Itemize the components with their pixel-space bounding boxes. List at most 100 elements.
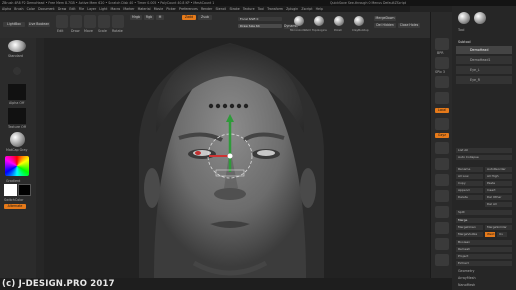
project-header[interactable]: Project (456, 254, 512, 259)
auto-collapse-button[interactable]: Auto Collapse (456, 155, 512, 160)
switch-color-label[interactable]: SwitchColor (4, 198, 24, 202)
viewport-canvas[interactable] (44, 38, 430, 278)
subtool-item[interactable]: Eye_R (456, 76, 512, 84)
nanomesh-header[interactable]: NanoMesh (458, 283, 475, 287)
rotate-button[interactable]: Rotate (112, 15, 124, 33)
merge-visible-button[interactable]: MergeVisible (456, 232, 483, 237)
arraymesh-header[interactable]: ArrayMesh (458, 276, 476, 280)
secondary-color-swatch[interactable] (18, 184, 31, 196)
material-icon[interactable] (10, 132, 25, 147)
scale-icon[interactable] (435, 174, 449, 186)
menu-item[interactable]: Marker (123, 7, 134, 11)
subtool-item[interactable]: DemoHead1 (456, 56, 512, 64)
bpr-icon[interactable] (435, 38, 449, 50)
paste-button[interactable]: Paste (485, 181, 512, 186)
menu-item[interactable]: Zplugin (286, 7, 298, 11)
rgb-button[interactable]: Rgb (144, 15, 154, 20)
menu-item[interactable]: Zscript (301, 7, 312, 11)
polyf-icon[interactable] (435, 206, 449, 218)
menu-item[interactable]: Document (38, 7, 55, 11)
spix-icon[interactable] (435, 57, 449, 69)
claybuildup-icon[interactable] (354, 16, 364, 26)
menu-item[interactable]: Transform (267, 7, 283, 11)
standard-brush-icon[interactable] (8, 40, 26, 52)
menu-item[interactable]: Tool (258, 7, 264, 11)
weld-button[interactable]: Weld (485, 232, 495, 237)
focal-shift-slider[interactable]: Focal Shift 0 (238, 17, 282, 21)
lsym-icon[interactable] (435, 118, 449, 130)
menu-item[interactable]: Brush (14, 7, 23, 11)
menu-item[interactable]: Stroke (230, 7, 240, 11)
rename-button[interactable]: Rename (456, 167, 483, 172)
m-button[interactable]: M (156, 15, 164, 20)
autoreorder-button[interactable]: AutoReorder (485, 167, 512, 172)
subtool-item[interactable]: Eye_L (456, 66, 512, 74)
lightbox-button[interactable]: LightBox (3, 22, 25, 27)
menu-item[interactable]: Render (201, 7, 212, 11)
xpose-icon[interactable] (435, 254, 449, 266)
draw-size-slider[interactable]: Draw Size 64 (238, 24, 282, 28)
move-icon[interactable] (435, 158, 449, 170)
menu-item[interactable]: Draw (58, 7, 66, 11)
menu-item[interactable]: Texture (243, 7, 255, 11)
merge-header[interactable]: Merge (456, 218, 512, 223)
sculpt-head[interactable] (44, 38, 430, 278)
menu-item[interactable]: Picker (166, 7, 176, 11)
del-other-button[interactable]: Del Other (485, 195, 512, 200)
menu-item[interactable]: Layer (87, 7, 96, 11)
menu-item[interactable]: File (79, 7, 84, 11)
zadd-button[interactable]: Zadd (182, 15, 196, 20)
remesh-header[interactable]: Remesh (456, 247, 512, 252)
alpha-icon[interactable] (8, 84, 26, 100)
menu-item[interactable]: Light (99, 7, 107, 11)
frame-icon[interactable] (435, 142, 449, 154)
insert-button[interactable]: Insert (485, 188, 512, 193)
menu-item[interactable]: Edit (69, 7, 75, 11)
menu-item[interactable]: Material (138, 7, 151, 11)
tool-thumb-icon[interactable] (458, 12, 470, 24)
menu-item[interactable]: Preferences (179, 7, 198, 11)
draw-button[interactable]: Draw (70, 15, 82, 33)
merge-similar-button[interactable]: MergeSimilar (485, 225, 512, 230)
menu-item[interactable]: Alpha (2, 7, 11, 11)
main-color-swatch[interactable] (4, 184, 17, 196)
persp-icon[interactable] (435, 76, 449, 88)
subtool-item[interactable]: DemoHead (456, 46, 512, 54)
extract-header[interactable]: Extract (456, 261, 512, 266)
texture-icon[interactable] (8, 108, 26, 124)
move-button[interactable]: Move (84, 15, 96, 33)
stroke-icon[interactable] (8, 62, 26, 80)
gxyz-button[interactable]: Gxyz (435, 133, 449, 138)
color-picker[interactable] (5, 156, 29, 176)
edit-button[interactable]: Edit (56, 15, 68, 33)
geometry-header[interactable]: Geometry (458, 269, 474, 273)
transp-icon[interactable] (435, 222, 449, 234)
tool-thumb-icon[interactable] (474, 12, 486, 24)
polish-icon[interactable] (334, 16, 344, 26)
topologica-icon[interactable] (314, 16, 324, 26)
merge-down-button[interactable]: MergeDown (456, 225, 483, 230)
menu-item[interactable]: Stencil (216, 7, 227, 11)
zsub-button[interactable]: Zsub (198, 15, 212, 20)
menu-item[interactable]: Macro (111, 7, 121, 11)
list-all-button[interactable]: List All (456, 148, 512, 153)
local-button[interactable]: Local (435, 108, 449, 113)
append-button[interactable]: Append (456, 188, 483, 193)
delete-button[interactable]: Delete (456, 195, 483, 200)
all-high-button[interactable]: All High (485, 174, 512, 179)
floor-icon[interactable] (435, 92, 449, 104)
scale-button[interactable]: Scale (98, 15, 110, 33)
mirror-weld-icon[interactable] (294, 16, 304, 26)
live-boolean-button[interactable]: Live Boolean (28, 22, 50, 27)
merge-down-button[interactable]: MergeDown (374, 16, 396, 21)
mrgb-button[interactable]: Mrgb (130, 15, 142, 20)
copy-button[interactable]: Copy (456, 181, 483, 186)
menu-item[interactable]: Color (27, 7, 35, 11)
menu-item[interactable]: Movie (154, 7, 163, 11)
alternate-button[interactable]: Alternate (4, 204, 26, 209)
rotate-icon[interactable] (435, 190, 449, 202)
del-hidden-button[interactable]: Del Hidden (374, 23, 396, 28)
subtool-header[interactable]: Subtool (458, 40, 471, 44)
del-all-button[interactable]: Del All (485, 202, 512, 207)
close-holes-button[interactable]: Close Holes (398, 23, 420, 28)
